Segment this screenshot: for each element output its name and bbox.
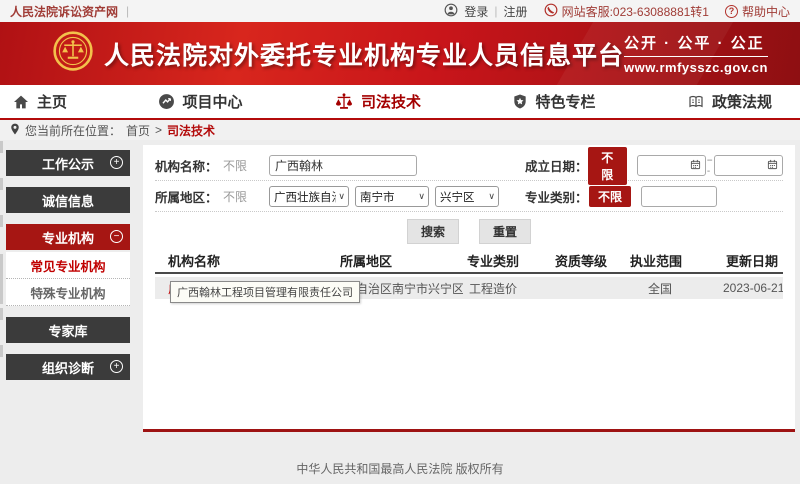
chevron-down-icon: ∨ [338, 191, 345, 202]
project-center-icon [158, 93, 175, 110]
col-header-org-name: 机构名称 [155, 251, 305, 270]
sidebar-item-professional-orgs[interactable]: 专业机构 − [6, 224, 130, 250]
org-name-tooltip: 广西翰林工程项目管理有限责任公司 [170, 281, 360, 303]
cell-updated: 2023-06-21 [723, 281, 783, 295]
content-panel: 机构名称： 不限 成立日期： 不限 --- [143, 145, 795, 432]
breadcrumb-home[interactable]: 首页 [126, 122, 150, 139]
breadcrumb-prefix: 您当前所在位置： [25, 122, 121, 139]
main-nav: 主页 项目中心 司法技术 特色专栏 政策法规 [0, 85, 800, 120]
footer: 中华人民共和国最高人民法院 版权所有 [0, 432, 800, 484]
phone-icon [544, 3, 558, 20]
collapse-icon[interactable]: − [110, 230, 123, 243]
breadcrumb-separator: > [155, 123, 162, 137]
site-home-link[interactable]: 人民法院诉讼资产网 [10, 3, 118, 20]
sidebar-submenu: 常见专业机构 特殊专业机构 [6, 252, 130, 306]
category-input[interactable] [641, 186, 717, 207]
chevron-down-icon: ∨ [418, 191, 425, 202]
login-register-divider: | [494, 4, 497, 18]
scales-icon [334, 92, 354, 111]
chevron-down-icon: ∨ [488, 191, 495, 202]
home-icon [12, 94, 30, 110]
filter-row-org-name: 机构名称： 不限 成立日期： 不限 --- [155, 153, 783, 178]
filter-row-region: 所属地区： 不限 广西壮族自治区 ∨ 南宁市 ∨ 兴宁区 ∨ 专业类别： 不限 [155, 184, 783, 209]
breadcrumb-current[interactable]: 司法技术 [167, 122, 215, 139]
sidebar-item-special-orgs[interactable]: 特殊专业机构 [6, 279, 130, 306]
org-name-label: 机构名称： [155, 156, 223, 175]
sidebar-item-integrity-info[interactable]: 诚信信息 [6, 187, 130, 213]
featured-badge-icon [512, 93, 528, 110]
nav-item-policy[interactable]: 政策法规 [687, 91, 772, 112]
established-date-label: 成立日期： [525, 156, 588, 175]
sidebar: 工作公示 + 诚信信息 专业机构 − 常见专业机构 特殊专业机构 专家库 组织诊… [6, 145, 130, 432]
policy-book-icon [687, 94, 705, 110]
form-actions: 搜索 重置 [155, 219, 783, 244]
region-any-option[interactable]: 不限 [223, 188, 269, 205]
divider [155, 211, 783, 212]
location-pin-icon [10, 123, 20, 138]
calendar-icon [767, 157, 778, 175]
reset-button[interactable]: 重置 [479, 219, 531, 244]
nav-item-judicial-tech[interactable]: 司法技术 [334, 91, 421, 112]
region-label: 所属地区： [155, 187, 223, 206]
nav-item-home[interactable]: 主页 [12, 91, 67, 112]
date-range-separator: --- [707, 155, 713, 177]
search-button[interactable]: 搜索 [407, 219, 459, 244]
sidebar-item-org-diagnosis[interactable]: 组织诊断 + [6, 354, 130, 380]
page-title: 人民法院对外委托专业机构专业人员信息平台 [104, 36, 624, 72]
court-emblem-logo [52, 30, 94, 77]
main-area: 工作公示 + 诚信信息 专业机构 − 常见专业机构 特殊专业机构 专家库 组织诊… [0, 140, 800, 432]
banner-slogan: 公开 · 公平 · 公正 [624, 32, 768, 57]
col-header-region: 所属地区 [305, 251, 463, 270]
cell-scope: 全国 [628, 280, 723, 297]
login-link[interactable]: 登录 [464, 3, 488, 20]
nav-item-featured-column[interactable]: 特色专栏 [512, 91, 595, 112]
sidebar-item-common-orgs[interactable]: 常见专业机构 [6, 252, 130, 279]
calendar-icon [690, 157, 701, 175]
org-name-any-option[interactable]: 不限 [223, 157, 269, 174]
sidebar-item-expert-library[interactable]: 专家库 [6, 317, 130, 343]
established-any-button[interactable]: 不限 [588, 147, 627, 185]
col-header-scope: 执业范围 [628, 251, 723, 270]
banner-url: www.rmfysszc.gov.cn [624, 60, 768, 75]
results-table-header: 机构名称 所属地区 专业类别 资质等级 执业范围 更新日期 [155, 249, 783, 274]
help-icon: ? [725, 5, 738, 18]
district-select[interactable]: 兴宁区 ∨ [435, 186, 499, 207]
col-header-category: 专业类别 [463, 251, 553, 270]
category-any-button[interactable]: 不限 [589, 186, 631, 207]
established-from-input[interactable] [637, 155, 706, 176]
topbar-divider: | [126, 4, 129, 18]
category-label: 专业类别： [525, 187, 589, 206]
province-select[interactable]: 广西壮族自治区 ∨ [269, 186, 349, 207]
expand-icon[interactable]: + [110, 360, 123, 373]
col-header-grade: 资质等级 [553, 251, 628, 270]
established-to-input[interactable] [714, 155, 783, 176]
col-header-updated: 更新日期 [723, 251, 783, 270]
copyright-text: 中华人民共和国最高人民法院 版权所有 [296, 460, 503, 484]
cell-category: 工程造价 [463, 280, 553, 297]
help-center-link[interactable]: 帮助中心 [742, 3, 790, 20]
nav-item-project-center[interactable]: 项目中心 [158, 91, 242, 112]
org-name-input[interactable] [269, 155, 417, 176]
service-hotline: 网站客服:023-63088881转1 [562, 3, 709, 20]
top-utility-bar: 人民法院诉讼资产网 | 登录 | 注册 网站客服:023-63088881转1 … [0, 0, 800, 22]
breadcrumb: 您当前所在位置： 首页 > 司法技术 [0, 120, 800, 140]
city-select[interactable]: 南宁市 ∨ [355, 186, 429, 207]
site-banner: 人民法院对外委托专业机构专业人员信息平台 公开 · 公平 · 公正 www.rm… [0, 22, 800, 85]
expand-icon[interactable]: + [110, 156, 123, 169]
sidebar-item-work-publicity[interactable]: 工作公示 + [6, 150, 130, 176]
register-link[interactable]: 注册 [504, 3, 528, 20]
user-icon [444, 3, 458, 20]
